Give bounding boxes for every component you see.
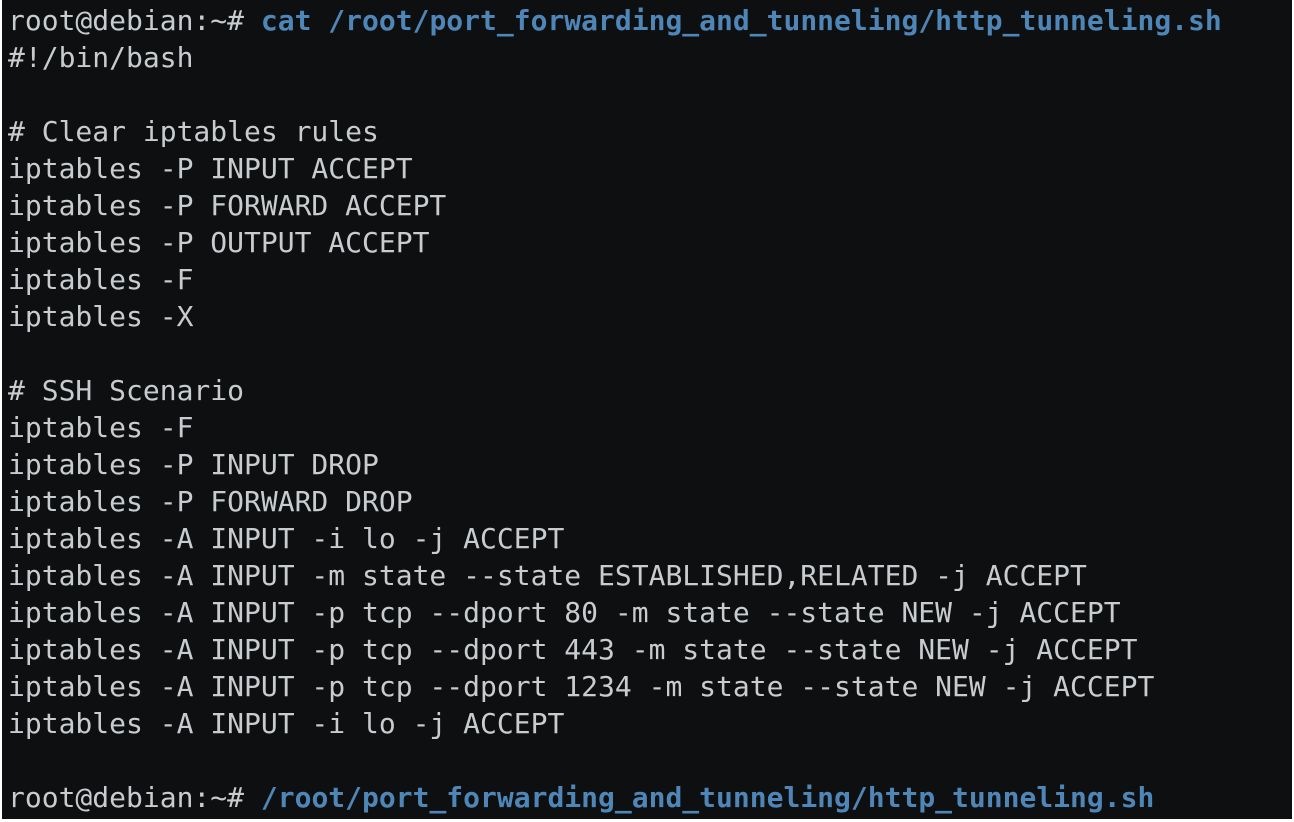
output-line: iptables -X — [8, 300, 194, 333]
prompt-line-2: root@debian:~# /root/port_forwarding_and… — [2, 779, 1292, 816]
typed-command: cat /root/port_forwarding_and_tunneling/… — [260, 4, 1222, 37]
output-line: # SSH Scenario — [8, 374, 245, 407]
shell-prompt: root@debian:~# — [8, 4, 261, 37]
output-line: iptables -F — [8, 411, 194, 444]
output-line: iptables -A INPUT -i lo -j ACCEPT — [8, 707, 565, 740]
output-line: iptables -A INPUT -p tcp --dport 443 -m … — [8, 633, 1138, 666]
output-line: iptables -A INPUT -i lo -j ACCEPT — [8, 522, 565, 555]
output-line: iptables -P INPUT ACCEPT — [8, 152, 413, 185]
terminal-window[interactable]: root@debian:~# cat /root/port_forwarding… — [2, 0, 1292, 819]
prompt-line-1: root@debian:~# cat /root/port_forwarding… — [2, 2, 1292, 39]
output-line: iptables -P FORWARD DROP — [8, 485, 413, 518]
output-line: iptables -F — [8, 263, 194, 296]
output-line: iptables -A INPUT -p tcp --dport 80 -m s… — [8, 596, 1121, 629]
shell-prompt: root@debian:~# — [8, 781, 261, 814]
output-line: iptables -A INPUT -m state --state ESTAB… — [8, 559, 1087, 592]
output-line: iptables -P INPUT DROP — [8, 448, 379, 481]
output-line: # Clear iptables rules — [8, 115, 379, 148]
output-line: iptables -P FORWARD ACCEPT — [8, 189, 447, 222]
output-line: #!/bin/bash — [8, 41, 194, 74]
typed-command: /root/port_forwarding_and_tunneling/http… — [260, 781, 1155, 814]
output-line: iptables -A INPUT -p tcp --dport 1234 -m… — [8, 670, 1155, 703]
output-line: iptables -P OUTPUT ACCEPT — [8, 226, 430, 259]
